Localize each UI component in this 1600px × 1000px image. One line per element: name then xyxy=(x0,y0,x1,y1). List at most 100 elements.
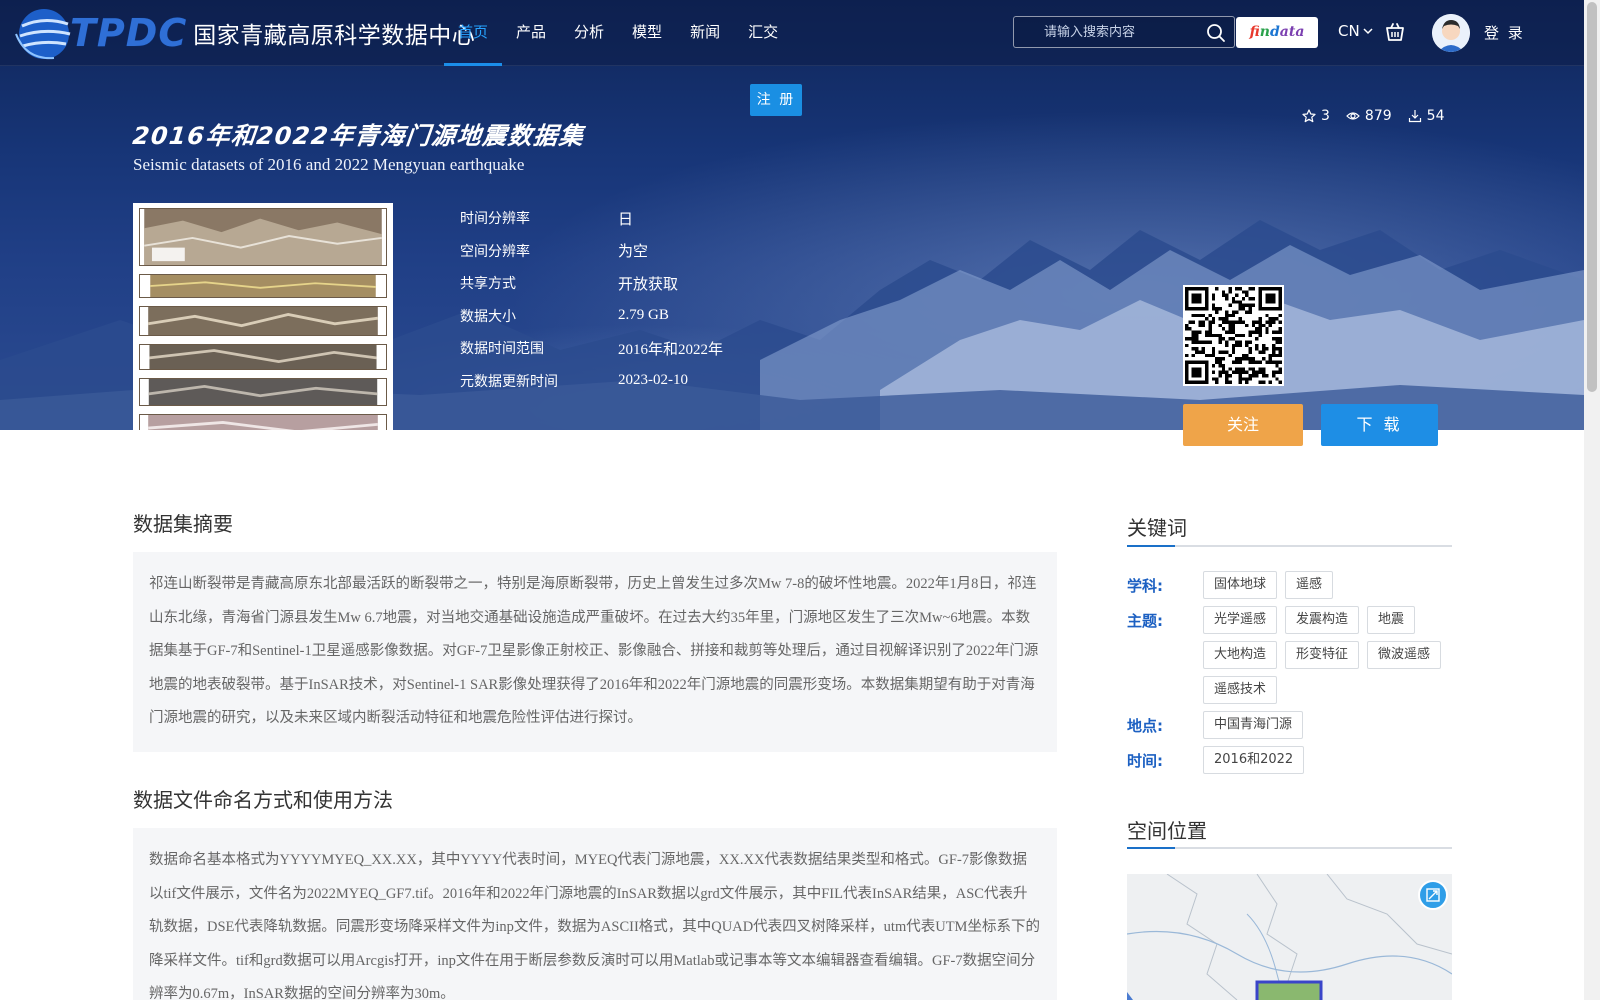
usage-title: 数据文件命名方式和使用方法 xyxy=(133,788,393,812)
meta-row: 数据大小 2.79 GB xyxy=(460,300,723,333)
meta-key: 数据时间范围 xyxy=(460,341,544,358)
search-box xyxy=(1013,16,1235,48)
user-avatar[interactable] xyxy=(1432,14,1470,52)
thumbnail-image-strip-6 xyxy=(139,414,387,430)
meta-row: 元数据更新时间 2023-02-10 xyxy=(460,365,723,398)
eye-icon xyxy=(1346,112,1360,120)
keyword-tag[interactable]: 地震 xyxy=(1367,606,1416,634)
logo-abbreviation: TPDC xyxy=(70,11,188,55)
spatial-map[interactable] xyxy=(1127,874,1452,1000)
keyword-tag[interactable]: 中国青海门源 xyxy=(1203,711,1304,739)
map-fullscreen-button[interactable] xyxy=(1418,880,1448,910)
favorites-stat[interactable]: 3 xyxy=(1302,108,1330,124)
keyword-tag[interactable]: 2016和2022 xyxy=(1203,746,1305,774)
keyword-group-label: 时间: xyxy=(1127,752,1163,770)
cart-icon[interactable] xyxy=(1384,21,1406,43)
findata-button[interactable]: findata xyxy=(1236,17,1318,48)
keyword-group-discipline: 学科: 固体地球 遥感 xyxy=(1127,571,1453,599)
spatial-title: 空间位置 xyxy=(1127,819,1207,843)
download-button[interactable]: 下 载 xyxy=(1321,404,1438,446)
nav-products[interactable]: 产品 xyxy=(502,0,560,66)
site-logo[interactable]: TPDC 国家青藏高原科学数据中心 xyxy=(14,4,475,62)
meta-row: 时间分辨率 日 xyxy=(460,202,723,235)
nav-home[interactable]: 首页 xyxy=(444,0,503,66)
keyword-tag[interactable]: 遥感 xyxy=(1285,571,1334,599)
keyword-tag[interactable]: 光学遥感 xyxy=(1203,606,1278,634)
follow-button[interactable]: 关注 xyxy=(1183,404,1303,446)
meta-value: 2016年和2022年 xyxy=(618,341,724,358)
meta-row: 数据时间范围 2016年和2022年 xyxy=(460,332,723,365)
usage-box: 数据命名基本格式为YYYYMYEQ_XX.XX，其中YYYY代表时间，MYEQ代… xyxy=(133,828,1057,1000)
dataset-thumbnail[interactable] xyxy=(133,203,393,430)
dataset-stats: 3 879 54 xyxy=(1302,108,1444,124)
download-icon xyxy=(1408,110,1421,123)
dataset-metadata: 时间分辨率 日 空间分辨率 为空 共享方式 开放获取 数据大小 2.79 GB … xyxy=(460,202,723,397)
keyword-tags: 2016和2022 xyxy=(1203,746,1453,774)
search-icon[interactable] xyxy=(1206,23,1226,43)
keyword-tag[interactable]: 固体地球 xyxy=(1203,571,1278,599)
expand-icon xyxy=(1426,888,1440,902)
meta-key: 数据大小 xyxy=(460,308,516,325)
thumbnail-image-strip-2 xyxy=(139,274,387,298)
keyword-group-label: 学科: xyxy=(1127,577,1163,595)
search-input[interactable] xyxy=(1022,21,1202,43)
globe-logo-icon xyxy=(15,9,71,60)
meta-value: 开放获取 xyxy=(618,276,679,293)
user-avatar-icon xyxy=(1432,14,1470,52)
qr-code xyxy=(1183,285,1284,386)
abstract-text: 祁连山断裂带是青藏高原东北部最活跃的断裂带之一，特别是海原断裂带，历史上曾发生过… xyxy=(149,576,1039,726)
meta-key: 时间分辨率 xyxy=(460,211,530,228)
keyword-tags: 中国青海门源 xyxy=(1203,711,1453,739)
keyword-group-time: 时间: 2016和2022 xyxy=(1127,746,1453,774)
keyword-tag[interactable]: 形变特征 xyxy=(1285,641,1360,669)
keyword-tag[interactable]: 遥感技术 xyxy=(1203,676,1278,704)
language-switcher[interactable]: CN xyxy=(1338,22,1374,40)
qr-code-icon xyxy=(1185,287,1282,384)
meta-row: 空间分辨率 为空 xyxy=(460,235,723,268)
keyword-group-label: 主题: xyxy=(1127,612,1163,630)
thumbnail-image-strip-4 xyxy=(139,344,387,370)
dataset-title: 2016年和2022年青海门源地震数据集 xyxy=(131,122,586,150)
chevron-down-icon xyxy=(1363,28,1373,35)
meta-row: 共享方式 开放获取 xyxy=(460,267,723,300)
dataset-subtitle: Seismic datasets of 2016 and 2022 Mengyu… xyxy=(133,155,525,174)
star-icon xyxy=(1302,109,1316,123)
abstract-box: 祁连山断裂带是青藏高原东北部最活跃的断裂带之一，特别是海原断裂带，历史上曾发生过… xyxy=(133,552,1057,752)
keyword-tag[interactable]: 大地构造 xyxy=(1203,641,1278,669)
nav-submission[interactable]: 汇交 xyxy=(734,0,792,66)
meta-value: 2023-02-10 xyxy=(618,372,688,389)
downloads-stat: 54 xyxy=(1408,108,1445,124)
keywords-divider xyxy=(1127,545,1452,547)
nav-news[interactable]: 新闻 xyxy=(676,0,734,66)
keyword-tag[interactable]: 发震构造 xyxy=(1285,606,1360,634)
favorites-count: 3 xyxy=(1321,108,1330,124)
meta-value: 2.79 GB xyxy=(618,307,669,324)
map-image xyxy=(1127,874,1452,1000)
keyword-tag[interactable]: 微波遥感 xyxy=(1367,641,1442,669)
scrollbar-thumb[interactable] xyxy=(1587,2,1597,392)
keyword-group-theme: 主题: 光学遥感 发震构造 地震 大地构造 形变特征 微波遥感 遥感技术 xyxy=(1127,606,1453,704)
thumbnail-image-strip-5 xyxy=(139,378,387,406)
downloads-count: 54 xyxy=(1426,108,1445,124)
keywords-title: 关键词 xyxy=(1127,516,1187,540)
thumbnail-image-strip-1 xyxy=(139,208,387,266)
thumbnail-image-strip-3 xyxy=(139,306,387,336)
keyword-group-label: 地点: xyxy=(1127,717,1163,735)
meta-key: 空间分辨率 xyxy=(460,243,530,260)
nav-models[interactable]: 模型 xyxy=(618,0,676,66)
page-scrollbar[interactable] xyxy=(1584,0,1600,1000)
meta-key: 共享方式 xyxy=(460,276,516,293)
meta-value: 日 xyxy=(618,211,634,228)
views-count: 879 xyxy=(1364,108,1392,124)
logo-site-name: 国家青藏高原科学数据中心 xyxy=(193,23,476,49)
top-navbar: TPDC 国家青藏高原科学数据中心 首页 产品 分析 模型 新闻 汇交 find… xyxy=(0,0,1584,66)
login-link[interactable]: 登 录 xyxy=(1484,22,1525,43)
abstract-title: 数据集摘要 xyxy=(133,512,233,536)
register-button[interactable]: 注 册 xyxy=(750,84,802,116)
usage-text: 数据命名基本格式为YYYYMYEQ_XX.XX，其中YYYY代表时间，MYEQ代… xyxy=(149,852,1040,1000)
keyword-group-place: 地点: 中国青海门源 xyxy=(1127,711,1453,739)
nav-analysis[interactable]: 分析 xyxy=(560,0,618,66)
views-stat: 879 xyxy=(1346,108,1392,124)
language-label: CN xyxy=(1338,22,1360,40)
meta-value: 为空 xyxy=(618,244,649,261)
